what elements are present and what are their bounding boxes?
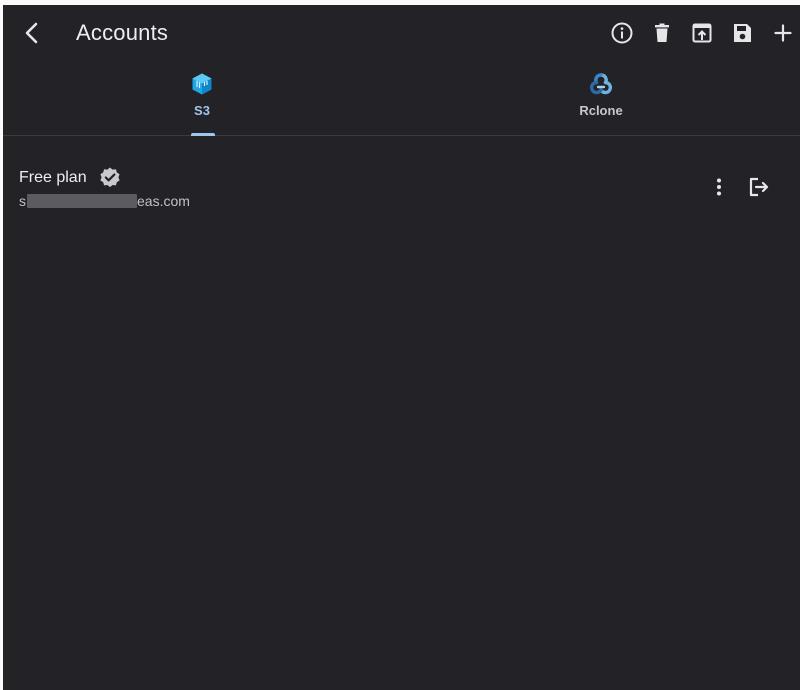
page-title: Accounts <box>76 20 169 45</box>
delete-button[interactable] <box>650 21 674 45</box>
open-in-new-button[interactable] <box>690 21 714 45</box>
save-button[interactable] <box>730 21 754 45</box>
open-in-new-icon <box>692 23 712 43</box>
email-first-char: s <box>19 193 26 209</box>
verified-badge-icon <box>99 167 120 188</box>
more-options-button[interactable] <box>707 175 731 199</box>
email-redaction <box>27 194 137 208</box>
plan-name: Free plan <box>19 169 87 186</box>
logout-icon <box>749 177 769 197</box>
logout-button[interactable] <box>747 175 771 199</box>
rclone-icon <box>589 72 613 96</box>
app-window: Accounts S3 Rclone Free plan s eas.com <box>3 5 800 690</box>
tab-rclone[interactable]: Rclone <box>402 67 800 135</box>
account-email: s eas.com <box>19 193 190 209</box>
info-icon <box>611 22 633 44</box>
tab-label-s3: S3 <box>194 103 210 118</box>
email-suffix: eas.com <box>137 193 190 209</box>
chevron-left-icon <box>25 22 38 44</box>
tab-label-rclone: Rclone <box>579 103 623 118</box>
s3-cube-icon <box>190 72 214 96</box>
delete-icon <box>655 23 669 42</box>
tab-s3[interactable]: S3 <box>3 67 401 136</box>
add-button[interactable] <box>771 21 795 45</box>
save-icon <box>734 24 751 42</box>
add-icon <box>774 24 792 42</box>
top-app-bar: Accounts <box>3 5 800 61</box>
account-list-item[interactable]: Free plan s eas.com <box>3 165 800 213</box>
tab-selected-indicator <box>191 133 215 136</box>
info-button[interactable] <box>610 21 634 45</box>
plan-line: Free plan <box>19 165 122 191</box>
more-vert-icon <box>717 178 721 196</box>
back-button[interactable] <box>19 19 45 47</box>
tab-bar: S3 Rclone <box>3 67 800 136</box>
